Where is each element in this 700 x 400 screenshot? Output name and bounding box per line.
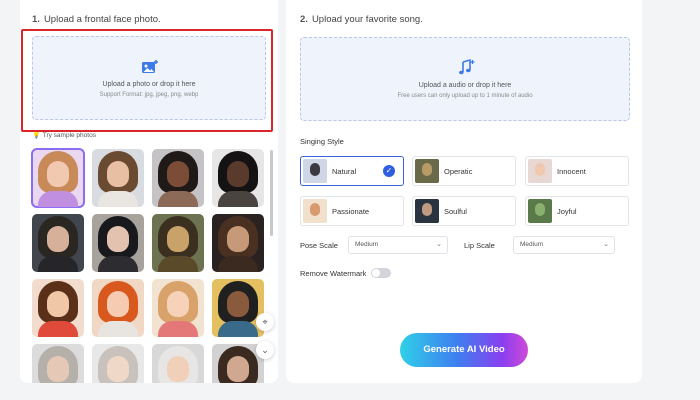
chevron-down-icon: ⌄ [436,241,442,248]
audio-upload-dropzone[interactable]: Upload a audio or drop it here Free user… [300,37,630,121]
portrait-face [227,291,249,317]
toggle-knob [372,269,380,277]
portrait-body [38,256,78,272]
song-upload-panel: 2. Upload your favorite song. Upload a au… [286,0,642,383]
sample-photo[interactable] [212,279,264,337]
portrait-face [167,226,189,252]
style-thumbnail [303,199,327,223]
lip-scale-select[interactable]: Medium ⌄ [513,236,615,254]
sample-photo[interactable] [152,344,204,383]
style-thumbnail [528,199,552,223]
audio-upload-text: Upload a audio or drop it here [418,82,512,89]
lip-scale-label: Lip Scale [464,241,495,250]
portrait-face [227,161,249,187]
portrait-face [167,161,189,187]
portrait-body [98,191,138,207]
style-thumbnail [303,159,327,183]
singing-style-label: Singing Style [300,137,344,146]
audio-limit-hint: Free users can only upload up to 1 minut… [397,93,533,99]
portrait-face [167,291,189,317]
style-label: Passionate [332,207,370,216]
style-thumbnail [415,159,439,183]
portrait-face [47,291,69,317]
pose-scale-select[interactable]: Medium ⌄ [348,236,448,254]
sample-photo[interactable] [92,344,144,383]
portrait-face [167,356,189,382]
portrait-face [227,226,249,252]
style-label: Natural [332,167,357,176]
thumbnail-face [310,163,320,176]
portrait-body [158,191,198,207]
sample-photo[interactable] [152,149,204,207]
step-2-title: 2. Upload your favorite song. [300,14,423,25]
style-option-passionate[interactable]: Passionate [300,196,404,226]
style-label: Operatic [444,167,473,176]
chevron-down-icon[interactable]: ⌄ [256,341,274,359]
portrait-body [158,321,198,337]
portrait-body [38,191,78,207]
lightbulb-icon: 💡 [32,132,41,139]
portrait-body [158,256,198,272]
style-option-innocent[interactable]: Innocent [525,156,629,186]
try-sample-label: 💡 Try sample photos [32,132,96,139]
style-thumbnail [528,159,552,183]
locate-icon[interactable]: ⌖ [256,313,274,331]
thumbnail-face [535,203,545,216]
style-option-soulful[interactable]: Soulful [412,196,516,226]
thumbnail-face [422,203,432,216]
portrait-face [47,161,69,187]
portrait-body [218,321,258,337]
portrait-face [227,356,249,382]
thumbnail-face [310,203,320,216]
checkmark-icon: ✓ [383,165,395,177]
portrait-body [98,321,138,337]
portrait-face [107,291,129,317]
portrait-face [107,226,129,252]
thumbnail-face [535,163,545,176]
sample-photo[interactable] [32,344,84,383]
sample-grid-scrollbar[interactable] [270,150,273,236]
style-option-operatic[interactable]: Operatic [412,156,516,186]
portrait-face [107,356,129,382]
style-thumbnail [415,199,439,223]
portrait-face [47,356,69,382]
portrait-body [98,256,138,272]
sample-photo[interactable] [92,279,144,337]
generate-ai-video-button[interactable]: Generate AI Video [400,333,528,367]
style-label: Joyful [557,207,577,216]
sample-photo[interactable] [32,279,84,337]
pose-scale-label: Pose Scale [300,241,338,250]
sample-photo[interactable] [212,149,264,207]
sample-photo[interactable] [31,148,85,208]
sample-photo[interactable] [92,149,144,207]
portrait-face [107,161,129,187]
style-label: Soulful [444,207,467,216]
sample-photo[interactable] [212,214,264,272]
music-note-icon [457,58,475,76]
sample-photo[interactable] [92,214,144,272]
portrait-face [47,226,69,252]
upload-highlight-box [21,29,273,132]
sample-photo[interactable] [152,279,204,337]
sample-photo[interactable] [152,214,204,272]
style-option-joyful[interactable]: Joyful [525,196,629,226]
step-1-title: 1. Upload a frontal face photo. [32,14,161,25]
style-option-natural[interactable]: Natural ✓ [300,156,404,186]
style-label: Innocent [557,167,586,176]
portrait-body [38,321,78,337]
sample-photo[interactable] [32,214,84,272]
portrait-body [218,191,258,207]
thumbnail-face [422,163,432,176]
remove-watermark-label: Remove Watermark [300,269,367,278]
remove-watermark-toggle[interactable] [371,268,391,278]
chevron-down-icon: ⌄ [603,241,609,248]
portrait-body [218,256,258,272]
